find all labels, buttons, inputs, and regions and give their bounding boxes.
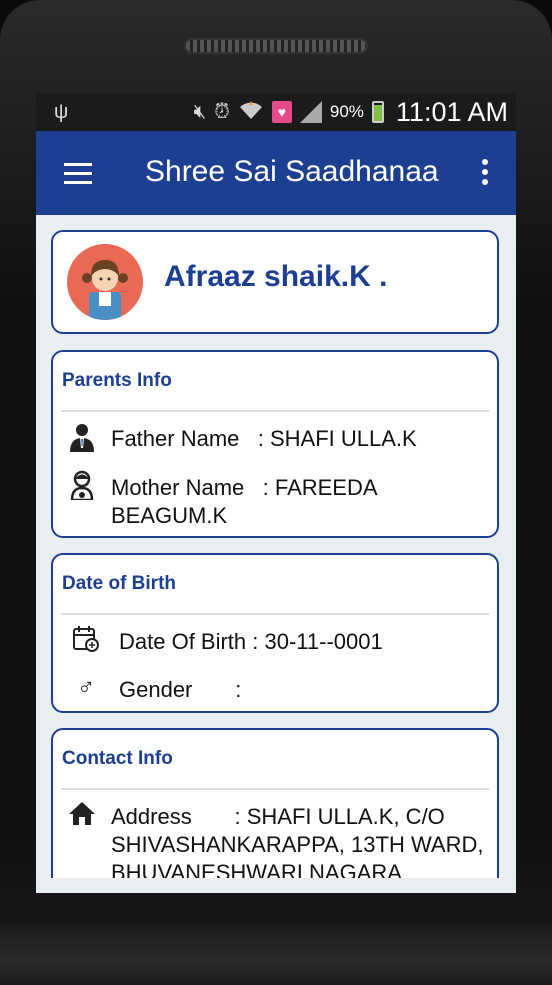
- dob-card: Date of Birth Date Of Birth : 30-11--000…: [51, 553, 499, 713]
- mother-value-line2: BEAGUM.K: [111, 503, 228, 528]
- phone-frame: ψ 🔇︎ ⏰︎ ♥ 90% 11:01 AM Shree Sai Saadhan…: [0, 0, 552, 985]
- gender-row: Gender :: [119, 676, 241, 704]
- overflow-menu-icon[interactable]: [482, 159, 488, 189]
- divider: [61, 788, 489, 790]
- divider: [61, 410, 489, 412]
- contact-info-card: Contact Info Address : SHAFI ULLA.K, C/O…: [51, 728, 499, 878]
- address-line1: : SHAFI ULLA.K, C/O: [234, 804, 445, 829]
- mother-name-row: Mother Name : FAREEDA BEAGUM.K: [111, 474, 378, 530]
- father-name-row: Father Name : SHAFI ULLA.K: [111, 425, 417, 453]
- gender-label: Gender: [119, 677, 193, 702]
- app-bar: Shree Sai Saadhanaa: [36, 131, 516, 215]
- app-title: Shree Sai Saadhanaa: [145, 155, 439, 188]
- phone-bottom-bezel: [0, 925, 552, 985]
- speaker-grille: [184, 38, 368, 54]
- section-title-contact: Contact Info: [62, 748, 173, 769]
- menu-icon[interactable]: [64, 163, 92, 184]
- battery-percent: 90%: [329, 102, 364, 121]
- dob-text: Date Of Birth : 30-11--0001: [119, 629, 383, 654]
- calendar-icon: [71, 625, 101, 655]
- male-gender-icon: ♂: [77, 674, 95, 701]
- mute-icon: 🔇︎: [193, 101, 207, 123]
- wifi-icon: [238, 99, 264, 125]
- profile-card: Afraaz shaik.K .: [51, 230, 499, 334]
- divider: [61, 613, 489, 615]
- screen: ψ 🔇︎ ⏰︎ ♥ 90% 11:01 AM Shree Sai Saadhan…: [36, 93, 516, 893]
- alarm-icon: ⏰︎: [214, 101, 230, 123]
- battery-icon: [371, 101, 384, 123]
- signal-icon: [299, 101, 322, 123]
- section-title-dob: Date of Birth: [62, 573, 176, 594]
- student-avatar: [67, 244, 143, 320]
- status-icons: 🔇︎ ⏰︎ ♥ 90% 11:01 AM: [194, 97, 508, 127]
- father-label: Father Name: [111, 426, 240, 451]
- gender-value: :: [235, 677, 242, 702]
- father-value: : SHAFI ULLA.K: [257, 426, 417, 451]
- father-icon: [67, 422, 97, 452]
- address-row: Address : SHAFI ULLA.K, C/O SHIVASHANKARA…: [111, 803, 483, 878]
- section-title-parents: Parents Info: [62, 370, 172, 391]
- mother-icon: [67, 470, 97, 502]
- student-name: Afraaz shaik.K .: [164, 260, 388, 293]
- address-line3: BHUVANESHWARI NAGARA: [111, 860, 402, 878]
- address-line2: SHIVASHANKARAPPA, 13TH WARD,: [111, 832, 484, 857]
- mother-label: Mother Name: [111, 475, 245, 500]
- status-bar: ψ 🔇︎ ⏰︎ ♥ 90% 11:01 AM: [36, 93, 516, 131]
- home-icon: [67, 800, 97, 830]
- status-time: 11:01 AM: [395, 96, 508, 127]
- parents-info-card: Parents Info Father Name : SHAFI ULLA.K …: [51, 350, 499, 538]
- address-label: Address: [111, 804, 192, 829]
- mother-value: : FAREEDA: [262, 475, 378, 500]
- heart-app-icon: ♥: [271, 101, 292, 123]
- content-scroll[interactable]: Afraaz shaik.K . Parents Info Father Nam…: [36, 215, 516, 878]
- usb-icon: ψ: [54, 101, 69, 123]
